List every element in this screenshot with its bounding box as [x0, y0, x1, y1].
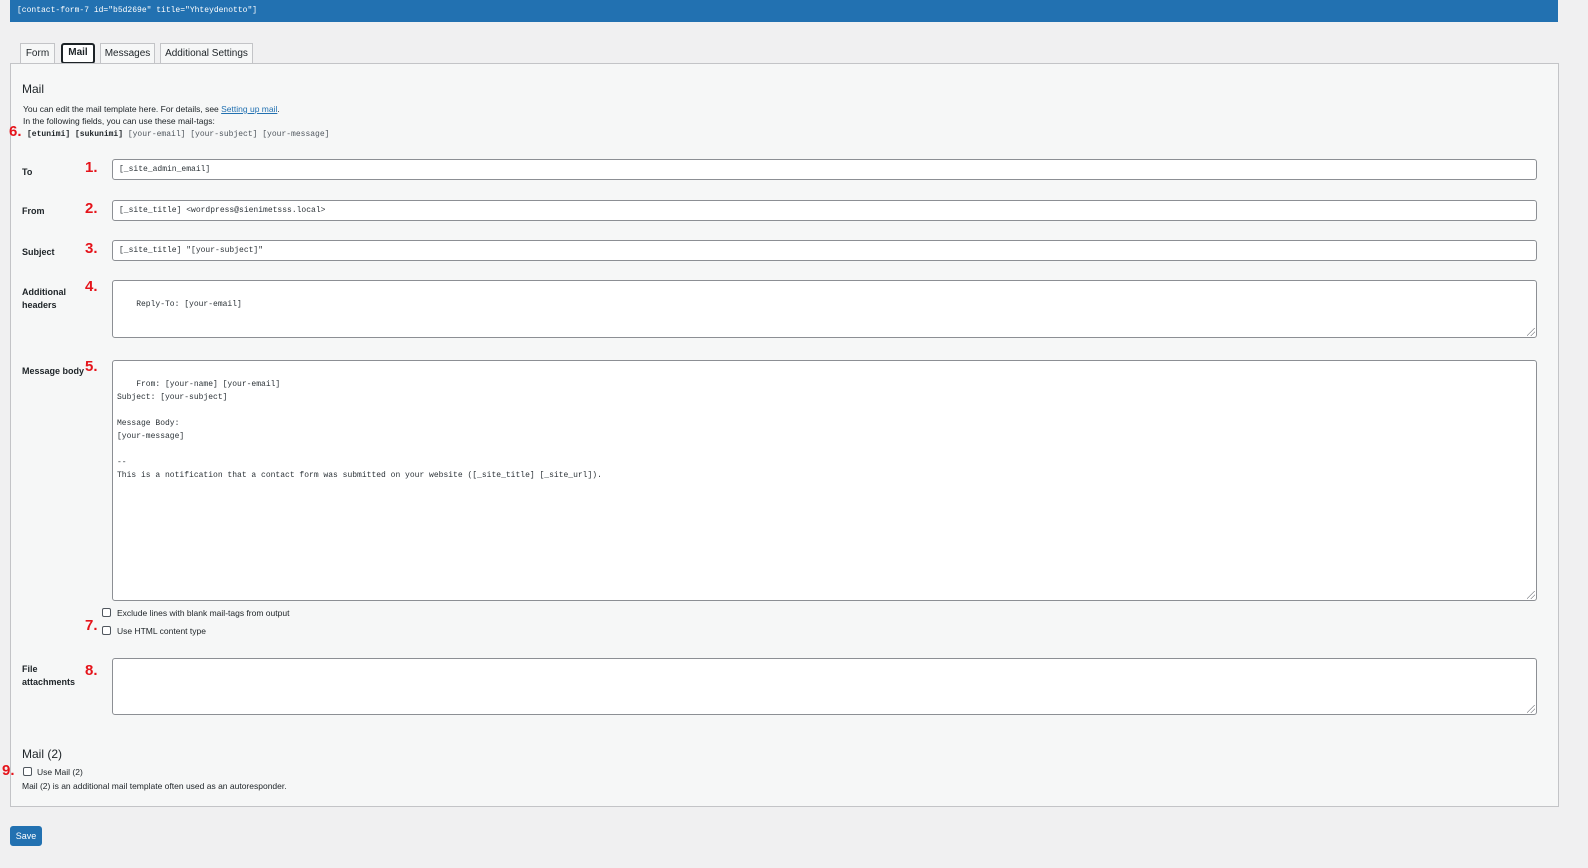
html-content-type-label: Use HTML content type	[117, 626, 206, 636]
use-mail2-label: Use Mail (2)	[37, 767, 83, 777]
subject-input[interactable]: [_site_title] "[your-subject]"	[112, 240, 1537, 261]
subject-label: Subject	[22, 247, 55, 257]
additional-headers-label-line2: headers	[22, 300, 57, 310]
file-attachments-label-line2: attachments	[22, 677, 76, 687]
marker-2: 2.	[85, 200, 98, 217]
save-button[interactable]: Save	[10, 826, 42, 846]
setting-up-mail-link[interactable]: Setting up mail	[221, 104, 277, 114]
to-input[interactable]: [_site_admin_email]	[112, 159, 1537, 180]
mail-tags-list: [etunimi] [sukunimi] [your-email] [your-…	[27, 130, 329, 139]
file-attachments-textarea[interactable]	[112, 658, 1537, 715]
tab-form[interactable]: Form	[20, 43, 55, 63]
tab-additional-settings[interactable]: Additional Settings	[160, 43, 253, 63]
file-attachments-label-line1: File	[22, 664, 38, 674]
resize-grip-icon[interactable]	[1527, 591, 1535, 599]
message-body-label: Message body	[22, 366, 85, 376]
mail2-description: Mail (2) is an additional mail template …	[22, 781, 287, 791]
exclude-blank-label: Exclude lines with blank mail-tags from …	[117, 608, 290, 618]
html-content-type-checkbox[interactable]	[102, 626, 111, 635]
message-body-value: From: [your-name] [your-email] Subject: …	[117, 380, 602, 480]
from-label: From	[22, 206, 45, 216]
tab-mail[interactable]: Mail	[61, 43, 95, 64]
mail2-section-title: Mail (2)	[22, 747, 63, 761]
marker-1: 1.	[85, 159, 98, 176]
marker-3: 3.	[85, 240, 98, 257]
mail-intro-text: You can edit the mail template here. For…	[23, 104, 222, 114]
resize-grip-icon[interactable]	[1527, 328, 1535, 336]
marker-5: 5.	[85, 358, 98, 375]
additional-headers-label-line1: Additional	[22, 287, 66, 297]
marker-9: 9.	[2, 762, 15, 779]
mail-tags-rest: [your-email] [your-subject] [your-messag…	[123, 130, 330, 139]
resize-grip-icon[interactable]	[1527, 705, 1535, 713]
marker-8: 8.	[85, 662, 98, 679]
marker-7: 7.	[85, 617, 98, 634]
additional-headers-value: Reply-To: [your-email]	[136, 300, 242, 309]
mail-intro: You can edit the mail template here. For…	[23, 104, 280, 114]
mail-section-title: Mail	[22, 82, 45, 96]
shortcode-bar[interactable]: [contact-form-7 id="b5d269e" title="Yhte…	[10, 0, 1558, 22]
additional-headers-textarea[interactable]: Reply-To: [your-email]	[112, 280, 1537, 338]
tab-messages[interactable]: Messages	[100, 43, 155, 63]
mail-panel: Mail You can edit the mail template here…	[2, 63, 1559, 807]
use-mail2-checkbox[interactable]	[23, 767, 32, 776]
from-input[interactable]: [_site_title] <wordpress@sienimetsss.loc…	[112, 200, 1537, 221]
exclude-blank-checkbox[interactable]	[102, 608, 111, 617]
marker-6: 6.	[9, 123, 22, 140]
marker-4: 4.	[85, 278, 98, 295]
mail-intro-end: .	[277, 104, 280, 114]
mail-tags-intro: In the following fields, you can use the…	[23, 116, 215, 126]
to-label: To	[22, 167, 33, 177]
mail-tags-bold: [etunimi] [sukunimi]	[27, 130, 124, 139]
additional-headers-label: Additional headers	[22, 286, 66, 312]
message-body-textarea[interactable]: From: [your-name] [your-email] Subject: …	[112, 360, 1537, 601]
file-attachments-label: File attachments	[22, 663, 75, 689]
